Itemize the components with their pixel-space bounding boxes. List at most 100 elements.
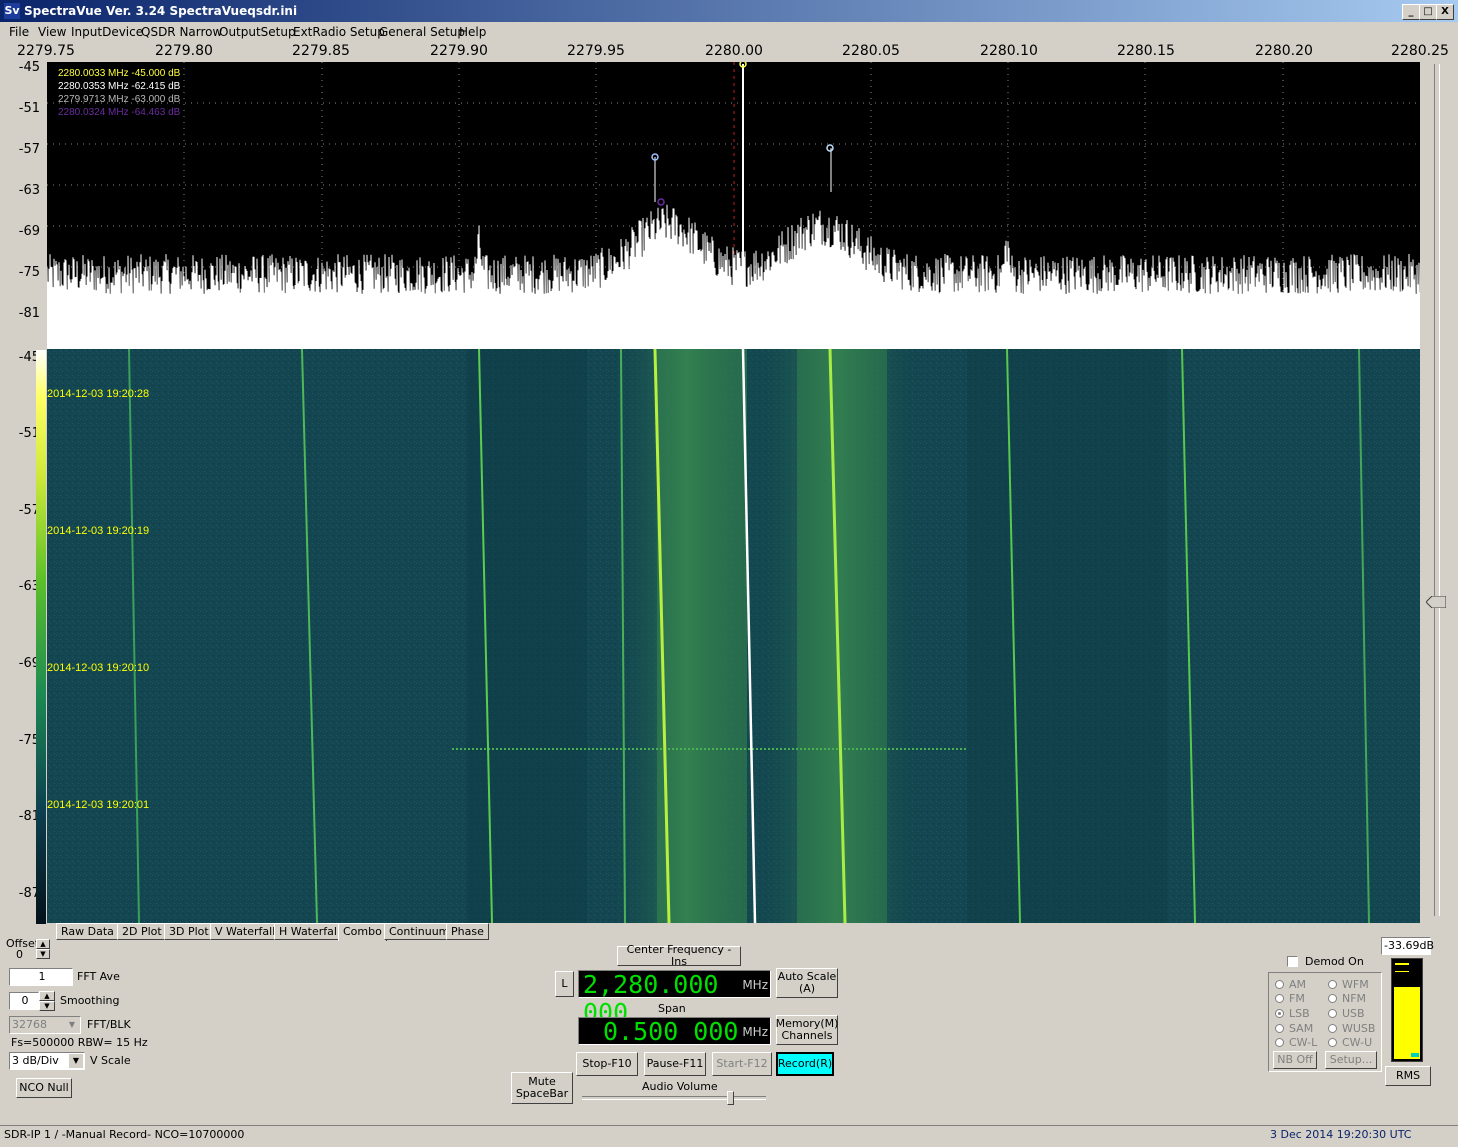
span-label: Span — [658, 1002, 686, 1015]
close-button[interactable]: X — [1436, 4, 1454, 20]
waterfall-db-label: -51 — [18, 426, 40, 441]
spectrum-db-label: -63 — [18, 183, 40, 198]
radio-wfm[interactable]: WFM — [1328, 978, 1369, 991]
vscale-label: V Scale — [90, 1054, 131, 1067]
demod-setup-button[interactable]: Setup... — [1325, 1051, 1377, 1069]
demod-on-label: Demod On — [1305, 955, 1364, 968]
audio-volume-thumb[interactable] — [727, 1091, 734, 1105]
title-bar: Sv SpectraVue Ver. 3.24 SpectraVueqsdr.i… — [0, 0, 1458, 22]
record-button[interactable]: Record(R) — [776, 1052, 834, 1076]
radio-cw-l[interactable]: CW-L — [1275, 1036, 1317, 1049]
smoothing-input[interactable]: 0 — [9, 992, 39, 1010]
tab-2d-plot[interactable]: 2D Plot — [117, 923, 167, 940]
center-frequency-display[interactable]: 2,280.000 000 MHz — [578, 970, 771, 1027]
freq-tick-label: 2279.85 — [292, 43, 350, 59]
stop-button[interactable]: Stop-F10 — [576, 1052, 638, 1076]
tab-h-waterfall[interactable]: H Waterfall — [274, 923, 346, 940]
spectrum-db-label: -57 — [18, 142, 40, 157]
smoothing-label: Smoothing — [60, 994, 120, 1007]
menu-view[interactable]: View — [38, 25, 66, 39]
status-bar: SDR-IP 1 / -Manual Record- NCO=10700000 … — [0, 1125, 1458, 1147]
offset-value: 0 — [16, 948, 23, 961]
center-frequency-unit: MHz — [742, 978, 768, 992]
radio-wusb[interactable]: WUSB — [1328, 1022, 1375, 1035]
waterfall-display[interactable]: 2014-12-03 19:20:28 2014-12-03 19:20:19 … — [47, 349, 1420, 923]
level-readout: -33.69dB — [1381, 937, 1434, 955]
vscale-select[interactable]: 3 dB/Div ▼ — [9, 1052, 85, 1070]
radio-nfm[interactable]: NFM — [1328, 992, 1366, 1005]
slider-thumb-icon[interactable] — [1426, 596, 1446, 608]
radio-lsb[interactable]: LSB — [1275, 1007, 1310, 1020]
pause-button[interactable]: Pause-F11 — [644, 1052, 706, 1076]
vertical-slider-track[interactable] — [1434, 64, 1440, 916]
span-display[interactable]: 0.500 000 MHz — [578, 1017, 771, 1046]
app-icon[interactable]: Sv — [4, 3, 20, 19]
maximize-button[interactable]: □ — [1419, 4, 1437, 20]
memory-channels-button[interactable]: Memory(M) Channels — [776, 1015, 838, 1045]
menu-bar: File View InputDevice QSDR Narrow Output… — [0, 22, 1458, 42]
freq-tick-label: 2279.75 — [17, 43, 75, 59]
freq-tick-label: 2280.10 — [980, 43, 1038, 59]
menu-outputsetup[interactable]: OutputSetup — [219, 25, 296, 39]
dropdown-arrow-icon: ▼ — [69, 1054, 83, 1068]
radio-usb[interactable]: USB — [1328, 1007, 1365, 1020]
span-unit: MHz — [742, 1025, 768, 1039]
demod-on-checkbox[interactable] — [1287, 956, 1298, 967]
freq-tick-label: 2279.95 — [567, 43, 625, 59]
status-left: SDR-IP 1 / -Manual Record- NCO=10700000 — [4, 1128, 245, 1141]
menu-extradio-setup[interactable]: ExtRadio Setup — [293, 25, 385, 39]
waterfall-db-label: -75 — [18, 733, 40, 748]
waterfall-db-label: -87 — [18, 886, 40, 901]
audio-volume-slider[interactable] — [582, 1096, 766, 1100]
offset-down-button[interactable]: ▼ — [36, 949, 50, 959]
waterfall-db-label: -81 — [18, 809, 40, 824]
radio-sam[interactable]: SAM — [1275, 1022, 1313, 1035]
fft-ave-input[interactable]: 1 — [9, 968, 73, 986]
frequency-axis: 2279.75 2279.80 2279.85 2279.90 2279.95 … — [0, 42, 1458, 62]
radio-am[interactable]: AM — [1275, 978, 1306, 991]
radio-fm[interactable]: FM — [1275, 992, 1305, 1005]
smoothing-down-button[interactable]: ▼ — [39, 1001, 55, 1011]
tab-continuum[interactable]: Continuum — [384, 923, 455, 940]
auto-scale-button[interactable]: Auto Scale (A) — [776, 968, 838, 998]
fft-blk-select[interactable]: 32768 ▼ — [9, 1016, 81, 1034]
radio-cw-u[interactable]: CW-U — [1328, 1036, 1372, 1049]
l-button[interactable]: L — [555, 971, 574, 997]
freq-tick-label: 2280.25 — [1391, 43, 1449, 59]
tab-raw-data[interactable]: Raw Data — [56, 923, 119, 940]
tab-phase[interactable]: Phase — [446, 923, 489, 940]
start-button[interactable]: Start-F12 — [712, 1052, 772, 1076]
fft-blk-value: 32768 — [12, 1018, 47, 1031]
waterfall-db-label: -45 — [18, 350, 40, 365]
center-frequency-button[interactable]: Center Frequency - Ins — [617, 944, 741, 968]
menu-help[interactable]: Help — [459, 25, 486, 39]
nco-null-button[interactable]: NCO Null — [16, 1078, 72, 1098]
menu-file[interactable]: File — [9, 25, 29, 39]
spectrum-plot[interactable]: 2280.0033 MHz -45.000 dB 2280.0353 MHz -… — [47, 62, 1420, 349]
menu-general-setup[interactable]: General Setup — [379, 25, 465, 39]
marker-readout-3: 2279.9713 MHz -63.000 dB — [58, 94, 181, 105]
mute-button[interactable]: Mute SpaceBar — [511, 1072, 573, 1104]
menu-qsdr-narrow[interactable]: QSDR Narrow — [141, 25, 222, 39]
rms-button[interactable]: RMS — [1385, 1066, 1431, 1086]
spectrum-db-label: -75 — [18, 265, 40, 280]
marker-readout-4: 2280.0324 MHz -64.463 dB — [58, 107, 181, 118]
marker-readout-2: 2280.0353 MHz -62.415 dB — [58, 81, 181, 92]
tab-combo[interactable]: Combo — [338, 923, 387, 941]
marker-2-icon — [826, 144, 834, 152]
waterfall-color-bar — [36, 350, 46, 924]
tab-v-waterfall[interactable]: V Waterfall — [210, 923, 281, 940]
menu-inputdevice[interactable]: InputDevice — [71, 25, 143, 39]
freq-tick-label: 2280.20 — [1255, 43, 1313, 59]
spectrum-trace — [47, 204, 1420, 349]
waterfall-timestamp: 2014-12-03 19:20:19 — [47, 525, 149, 537]
minimize-button[interactable]: _ — [1402, 4, 1420, 20]
freq-tick-label: 2280.15 — [1117, 43, 1175, 59]
nb-off-button[interactable]: NB Off — [1273, 1051, 1317, 1069]
window-title: SpectraVue Ver. 3.24 SpectraVueqsdr.ini — [24, 4, 298, 18]
fft-blk-label: FFT/BLK — [87, 1018, 131, 1031]
span-value: 0.500 000 — [603, 1017, 739, 1046]
tab-3d-plot[interactable]: 3D Plot — [164, 923, 214, 940]
status-datetime: 3 Dec 2014 19:20:30 UTC — [1270, 1128, 1412, 1141]
spectrum-db-label: -45 — [18, 60, 40, 75]
